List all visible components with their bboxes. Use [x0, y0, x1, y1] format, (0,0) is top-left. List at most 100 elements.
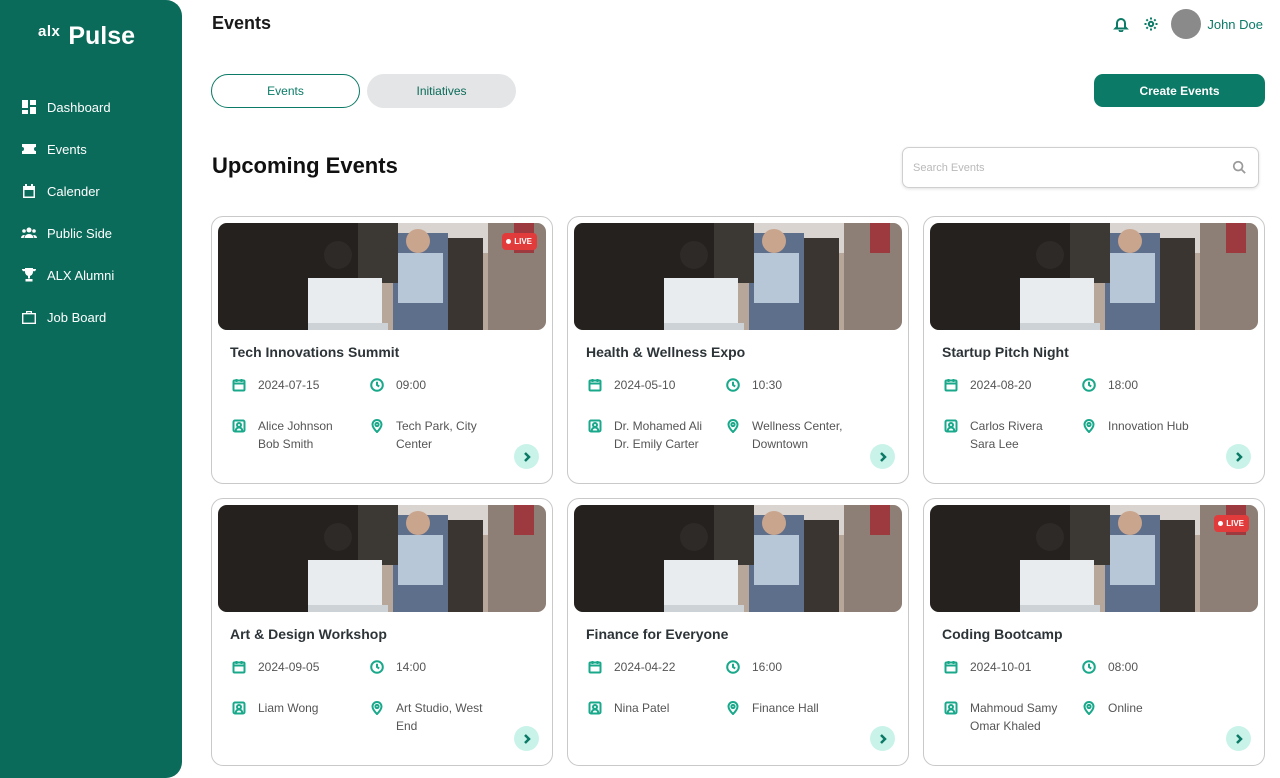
event-date: 2024-04-22 [588, 658, 675, 676]
event-date-value: 2024-10-01 [970, 660, 1032, 674]
sidebar-item-events[interactable]: Events [20, 128, 114, 170]
calendar-icon [232, 660, 246, 674]
event-title: Startup Pitch Night [942, 344, 1069, 360]
location-pin-icon [1082, 701, 1096, 716]
ticket-icon [20, 140, 38, 158]
sidebar-item-public-side[interactable]: Public Side [20, 212, 114, 254]
sidebar-item-label: Dashboard [47, 99, 111, 115]
live-label: LIVE [514, 237, 532, 246]
speaker-name: Omar Khaled [970, 719, 1041, 733]
event-date: 2024-08-20 [944, 376, 1031, 394]
event-time: 16:00 [726, 658, 782, 676]
event-card[interactable]: Health & Wellness Expo 2024-05-10 10:30 … [567, 216, 909, 484]
event-location-text: Wellness Center, Downtown [752, 417, 843, 453]
avatar[interactable] [1171, 9, 1202, 39]
search-icon[interactable] [1232, 160, 1248, 176]
event-time: 08:00 [1082, 658, 1138, 676]
chevron-right-icon [879, 451, 887, 462]
sidebar-item-job-board[interactable]: Job Board [20, 296, 114, 338]
live-dot-icon [1218, 521, 1224, 526]
event-location: Wellness Center, Downtown [726, 417, 846, 453]
sidebar: alx Pulse Dashboard Events Calender Publ… [0, 0, 182, 778]
calendar-icon [232, 378, 246, 392]
event-time: 10:30 [726, 376, 782, 394]
bell-icon[interactable] [1113, 16, 1130, 33]
calendar-icon [944, 378, 958, 392]
open-event-button[interactable] [870, 726, 895, 751]
chevron-right-icon [523, 733, 531, 744]
event-time: 18:00 [1082, 376, 1138, 394]
event-title: Coding Bootcamp [942, 626, 1063, 642]
event-title: Art & Design Workshop [230, 626, 387, 642]
sidebar-item-alx-alumni[interactable]: ALX Alumni [20, 254, 114, 296]
event-time-value: 16:00 [752, 660, 783, 674]
calendar-icon [588, 660, 602, 674]
location-line: Downtown [752, 437, 809, 451]
person-badge-icon [944, 419, 958, 433]
event-date: 2024-10-01 [944, 658, 1031, 676]
person-badge-icon [232, 419, 246, 433]
event-date-value: 2024-07-15 [258, 378, 320, 392]
create-events-button[interactable]: Create Events [1094, 74, 1265, 107]
brand-logo[interactable]: alx Pulse [38, 22, 135, 51]
event-speakers: Mahmoud Samy Omar Khaled [944, 699, 1074, 735]
event-location-text: Online [1108, 699, 1143, 717]
event-image [930, 505, 1258, 612]
event-location-text: Tech Park, City Center [396, 417, 477, 453]
event-location-text: Finance Hall [752, 699, 819, 717]
event-speakers: Alice Johnson Bob Smith [232, 417, 362, 453]
briefcase-icon [20, 308, 38, 326]
sidebar-item-calender[interactable]: Calender [20, 170, 114, 212]
clock-icon [726, 660, 740, 674]
event-date-value: 2024-09-05 [258, 660, 320, 674]
tab-events[interactable]: Events [211, 74, 360, 108]
event-speakers-list: Alice Johnson Bob Smith [258, 417, 333, 453]
open-event-button[interactable] [1226, 726, 1251, 751]
clock-icon [370, 660, 384, 674]
event-title: Health & Wellness Expo [586, 344, 746, 360]
speaker-name: Nina Patel [614, 701, 670, 715]
event-location: Tech Park, City Center [370, 417, 490, 453]
location-line: Tech Park, City [396, 419, 477, 433]
calendar-icon [20, 182, 38, 200]
event-speakers: Dr. Mohamed Ali Dr. Emily Carter [588, 417, 718, 453]
clock-icon [1082, 660, 1096, 674]
speaker-name: Dr. Emily Carter [614, 437, 699, 451]
event-card[interactable]: LIVE Coding Bootcamp 2024-10-01 08:00 Ma… [923, 498, 1265, 766]
event-date: 2024-09-05 [232, 658, 319, 676]
search-input[interactable] [913, 148, 1233, 187]
event-speakers: Nina Patel [588, 699, 718, 717]
location-line: End [396, 719, 418, 733]
event-card[interactable]: LIVE Tech Innovations Summit 2024-07-15 … [211, 216, 553, 484]
event-time-value: 18:00 [1108, 378, 1139, 392]
sidebar-item-label: Calender [47, 183, 100, 199]
event-card[interactable]: Art & Design Workshop 2024-09-05 14:00 L… [211, 498, 553, 766]
sidebar-item-dashboard[interactable]: Dashboard [20, 86, 114, 128]
event-time-value: 09:00 [396, 378, 427, 392]
location-line: Center [396, 437, 433, 451]
event-title: Tech Innovations Summit [230, 344, 400, 360]
open-event-button[interactable] [514, 726, 539, 751]
location-line: Finance Hall [752, 701, 819, 715]
open-event-button[interactable] [870, 444, 895, 469]
event-image [218, 505, 546, 612]
open-event-button[interactable] [514, 444, 539, 469]
event-card[interactable]: Startup Pitch Night 2024-08-20 18:00 Car… [923, 216, 1265, 484]
event-card[interactable]: Finance for Everyone 2024-04-22 16:00 Ni… [567, 498, 909, 766]
event-speakers: Carlos Rivera Sara Lee [944, 417, 1074, 453]
clock-icon [370, 378, 384, 392]
speaker-name: Bob Smith [258, 437, 314, 451]
person-badge-icon [944, 701, 958, 715]
event-time-value: 14:00 [396, 660, 427, 674]
user-name[interactable]: John Doe [1207, 17, 1263, 32]
location-line: Innovation Hub [1108, 419, 1189, 433]
event-speakers-list: Liam Wong [258, 699, 318, 717]
event-speakers-list: Dr. Mohamed Ali Dr. Emily Carter [614, 417, 702, 453]
location-pin-icon [1082, 419, 1096, 434]
open-event-button[interactable] [1226, 444, 1251, 469]
chevron-right-icon [523, 451, 531, 462]
event-date: 2024-05-10 [588, 376, 675, 394]
page-title: Events [212, 13, 272, 33]
tab-initiatives[interactable]: Initiatives [367, 74, 516, 108]
gear-icon[interactable] [1143, 16, 1159, 32]
